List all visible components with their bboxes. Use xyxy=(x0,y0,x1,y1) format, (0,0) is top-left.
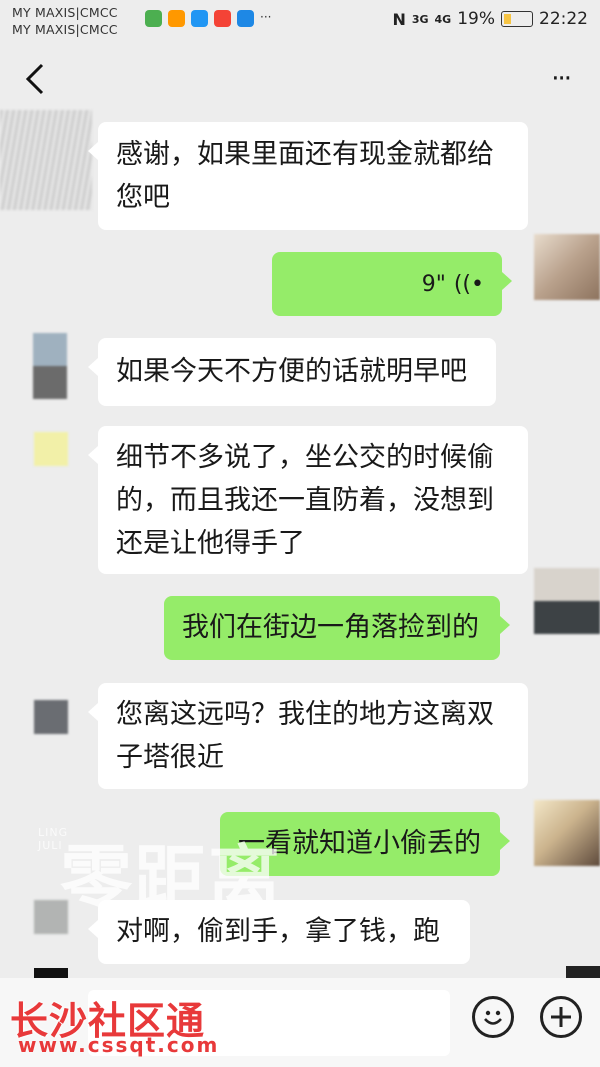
brand-url: www.cssqt.com xyxy=(18,1033,220,1057)
clock: 22:22 xyxy=(539,9,588,29)
message-bubble-incoming[interactable]: 对啊，偷到手，拿了钱，跑 xyxy=(88,900,470,964)
back-button[interactable] xyxy=(20,62,50,96)
message-bubble-incoming[interactable]: 细节不多说了，坐公交的时候偷 的，而且我还一直防着，没想到 还是让他得手了 xyxy=(88,426,528,574)
battery-icon xyxy=(501,11,533,27)
carrier-label-2: MY MAXIS|CMCC xyxy=(12,22,118,37)
message-bubble-incoming[interactable]: 您离这远吗？我住的地方这离双 子塔很近 xyxy=(88,683,528,789)
avatar[interactable] xyxy=(0,110,92,210)
signal-4g-icon: 4G xyxy=(434,12,452,26)
more-functions-button[interactable] xyxy=(540,996,582,1038)
browser-icon xyxy=(191,10,208,27)
app-icon xyxy=(168,10,185,27)
nfc-icon: N xyxy=(392,9,406,29)
emoji-icon xyxy=(484,1010,502,1025)
avatar[interactable] xyxy=(534,568,600,634)
more-notifications-icon: ··· xyxy=(260,10,272,24)
chevron-left-icon xyxy=(25,63,44,95)
more-options-button[interactable]: ··· xyxy=(551,64,572,94)
avatar[interactable] xyxy=(34,900,68,934)
plus-icon xyxy=(551,1007,571,1027)
avatar[interactable] xyxy=(534,234,600,300)
voice-message-bubble[interactable]: 9" ((• xyxy=(272,252,512,316)
voice-duration: 9" xyxy=(421,271,446,297)
chat-header: ··· xyxy=(0,44,600,114)
message-bubble-outgoing[interactable]: 我们在街边一角落捡到的 xyxy=(164,596,510,660)
avatar[interactable] xyxy=(33,333,67,399)
avatar[interactable] xyxy=(34,968,68,978)
status-bar: MY MAXIS|CMCC MY MAXIS|CMCC ··· N 3G 4G … xyxy=(0,0,600,44)
wechat-icon xyxy=(145,10,162,27)
voice-wave-icon: ((• xyxy=(453,271,484,297)
avatar[interactable] xyxy=(566,966,600,978)
emoji-button[interactable] xyxy=(472,996,514,1038)
app-quan-icon xyxy=(237,10,254,27)
avatar[interactable] xyxy=(34,432,68,466)
status-indicators: N 3G 4G 19% 22:22 xyxy=(392,9,588,29)
avatar[interactable] xyxy=(534,800,600,866)
battery-percent: 19% xyxy=(457,9,495,29)
message-bubble-incoming[interactable]: 感谢，如果里面还有现金就都给 您吧 xyxy=(88,122,528,230)
signal-3g-icon: 3G xyxy=(411,12,429,26)
carrier-label-1: MY MAXIS|CMCC xyxy=(12,5,118,20)
avatar[interactable] xyxy=(34,700,68,734)
location-icon xyxy=(214,10,231,27)
notification-icons: ··· xyxy=(145,10,271,27)
message-bubble-incoming[interactable]: 如果今天不方便的话就明早吧 xyxy=(88,338,496,406)
